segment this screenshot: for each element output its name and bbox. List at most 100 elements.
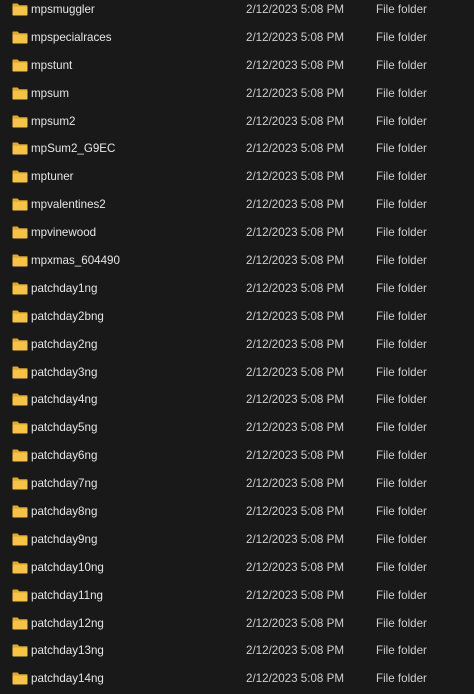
file-row-mpSum2_G9EC[interactable]: mpSum2_G9EC 2/12/2023 5:08 PM File folde… — [0, 135, 474, 163]
file-type: File folder — [376, 58, 427, 72]
file-name: patchday2bng — [31, 309, 104, 323]
file-row-patchday8ng[interactable]: patchday8ng 2/12/2023 5:08 PM File folde… — [0, 498, 474, 526]
file-row-patchday1ng[interactable]: patchday1ng 2/12/2023 5:08 PM File folde… — [0, 275, 474, 303]
file-type: File folder — [376, 672, 427, 686]
file-name: mpsum — [31, 86, 70, 100]
folder-icon — [12, 672, 28, 685]
file-row-mpspecialraces[interactable]: mpspecialraces 2/12/2023 5:08 PM File fo… — [0, 24, 474, 52]
file-type: File folder — [376, 477, 427, 491]
file-row-mpvalentines2[interactable]: mpvalentines2 2/12/2023 5:08 PM File fol… — [0, 191, 474, 219]
file-name: patchday13ng — [31, 644, 104, 658]
folder-icon — [12, 31, 28, 44]
date-modified: 2/12/2023 5:08 PM — [246, 449, 344, 463]
file-name: patchday6ng — [31, 449, 98, 463]
folder-icon — [12, 561, 28, 574]
file-name: patchday2ng — [31, 337, 98, 351]
date-modified: 2/12/2023 5:08 PM — [246, 337, 344, 351]
file-name: patchday5ng — [31, 421, 98, 435]
date-modified: 2/12/2023 5:08 PM — [246, 142, 344, 156]
file-row-patchday7ng[interactable]: patchday7ng 2/12/2023 5:08 PM File folde… — [0, 470, 474, 498]
file-type: File folder — [376, 393, 427, 407]
file-name: patchday9ng — [31, 532, 98, 546]
file-row-patchday11ng[interactable]: patchday11ng 2/12/2023 5:08 PM File fold… — [0, 582, 474, 610]
folder-icon — [12, 282, 28, 295]
file-type: File folder — [376, 86, 427, 100]
date-modified: 2/12/2023 5:08 PM — [246, 365, 344, 379]
file-type: File folder — [376, 309, 427, 323]
file-name: mpvinewood — [31, 226, 97, 240]
date-modified: 2/12/2023 5:08 PM — [246, 532, 344, 546]
date-modified: 2/12/2023 5:08 PM — [246, 30, 344, 44]
file-type: File folder — [376, 198, 427, 212]
file-name: mpSum2_G9EC — [31, 142, 116, 156]
date-modified: 2/12/2023 5:08 PM — [246, 477, 344, 491]
folder-icon — [12, 226, 28, 239]
file-type: File folder — [376, 532, 427, 546]
date-modified: 2/12/2023 5:08 PM — [246, 309, 344, 323]
file-name: mpspecialraces — [31, 30, 112, 44]
file-row-patchday2bng[interactable]: patchday2bng 2/12/2023 5:08 PM File fold… — [0, 303, 474, 331]
file-name: mpxmas_604490 — [31, 254, 120, 268]
date-modified: 2/12/2023 5:08 PM — [246, 616, 344, 630]
date-modified: 2/12/2023 5:08 PM — [246, 505, 344, 519]
file-row-patchday13ng[interactable]: patchday13ng 2/12/2023 5:08 PM File fold… — [0, 637, 474, 665]
file-type: File folder — [376, 644, 427, 658]
file-row-patchday5ng[interactable]: patchday5ng 2/12/2023 5:08 PM File folde… — [0, 414, 474, 442]
file-name: mpsmuggler — [31, 3, 95, 16]
file-type: File folder — [376, 281, 427, 295]
folder-icon — [12, 449, 28, 462]
file-type: File folder — [376, 421, 427, 435]
folder-icon — [12, 170, 28, 183]
date-modified: 2/12/2023 5:08 PM — [246, 393, 344, 407]
date-modified: 2/12/2023 5:08 PM — [246, 644, 344, 658]
file-type: File folder — [376, 337, 427, 351]
file-name: patchday7ng — [31, 477, 98, 491]
file-row-patchday10ng[interactable]: patchday10ng 2/12/2023 5:08 PM File fold… — [0, 554, 474, 582]
folder-icon — [12, 477, 28, 490]
file-name: mpsum2 — [31, 114, 76, 128]
file-row-patchday9ng[interactable]: patchday9ng 2/12/2023 5:08 PM File folde… — [0, 526, 474, 554]
date-modified: 2/12/2023 5:08 PM — [246, 114, 344, 128]
folder-icon — [12, 505, 28, 518]
file-row-mpsum2[interactable]: mpsum2 2/12/2023 5:08 PM File folder — [0, 108, 474, 136]
file-row-mpsmuggler[interactable]: mpsmuggler 2/12/2023 5:08 PM File folder — [0, 0, 474, 24]
file-type: File folder — [376, 616, 427, 630]
folder-icon — [12, 59, 28, 72]
file-row-mpstunt[interactable]: mpstunt 2/12/2023 5:08 PM File folder — [0, 52, 474, 80]
file-name: mptuner — [31, 170, 74, 184]
file-row-patchday4ng[interactable]: patchday4ng 2/12/2023 5:08 PM File folde… — [0, 386, 474, 414]
folder-icon — [12, 366, 28, 379]
folder-icon — [12, 644, 28, 657]
file-list: mpsmuggler 2/12/2023 5:08 PM File folder… — [0, 0, 474, 693]
file-row-patchday14ng[interactable]: patchday14ng 2/12/2023 5:08 PM File fold… — [0, 665, 474, 693]
file-type: File folder — [376, 142, 427, 156]
file-name: patchday14ng — [31, 672, 104, 686]
file-row-patchday2ng[interactable]: patchday2ng 2/12/2023 5:08 PM File folde… — [0, 331, 474, 359]
file-type: File folder — [376, 449, 427, 463]
date-modified: 2/12/2023 5:08 PM — [246, 421, 344, 435]
file-row-mpxmas_604490[interactable]: mpxmas_604490 2/12/2023 5:08 PM File fol… — [0, 247, 474, 275]
folder-icon — [12, 533, 28, 546]
file-row-mpvinewood[interactable]: mpvinewood 2/12/2023 5:08 PM File folder — [0, 219, 474, 247]
file-name: patchday12ng — [31, 616, 104, 630]
date-modified: 2/12/2023 5:08 PM — [246, 254, 344, 268]
folder-icon — [12, 589, 28, 602]
file-name: patchday11ng — [31, 588, 103, 602]
file-row-mptuner[interactable]: mptuner 2/12/2023 5:08 PM File folder — [0, 163, 474, 191]
date-modified: 2/12/2023 5:08 PM — [246, 198, 344, 212]
file-row-patchday6ng[interactable]: patchday6ng 2/12/2023 5:08 PM File folde… — [0, 442, 474, 470]
file-name: mpvalentines2 — [31, 198, 106, 212]
file-type: File folder — [376, 365, 427, 379]
date-modified: 2/12/2023 5:08 PM — [246, 3, 344, 16]
file-row-mpsum[interactable]: mpsum 2/12/2023 5:08 PM File folder — [0, 80, 474, 108]
file-type: File folder — [376, 114, 427, 128]
folder-icon — [12, 254, 28, 267]
folder-icon — [12, 617, 28, 630]
file-row-patchday12ng[interactable]: patchday12ng 2/12/2023 5:08 PM File fold… — [0, 610, 474, 638]
date-modified: 2/12/2023 5:08 PM — [246, 588, 344, 602]
file-row-patchday3ng[interactable]: patchday3ng 2/12/2023 5:08 PM File folde… — [0, 359, 474, 387]
date-modified: 2/12/2023 5:08 PM — [246, 226, 344, 240]
date-modified: 2/12/2023 5:08 PM — [246, 86, 344, 100]
folder-icon — [12, 3, 28, 16]
file-type: File folder — [376, 505, 427, 519]
